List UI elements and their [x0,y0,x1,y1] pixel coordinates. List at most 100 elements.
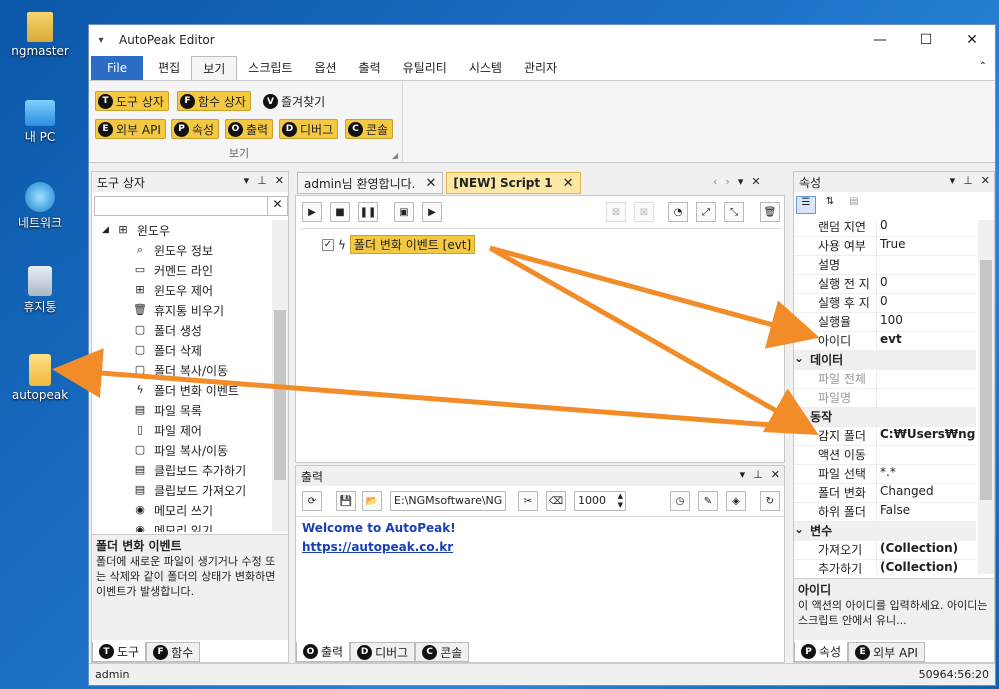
properties-scrollbar[interactable] [978,220,994,574]
tab-properties[interactable]: P 속성 [794,642,849,662]
tab-view[interactable]: 보기 [191,56,238,80]
tab-script-1[interactable]: [NEW] Script 1 ✕ [446,172,581,194]
property-value[interactable] [876,370,976,388]
script-canvas[interactable]: ✓ ϟ 폴더 변화 이벤트 [evt] [300,228,782,460]
save-button[interactable]: 💾 [336,491,356,511]
property-value[interactable]: (Collection) [876,560,976,574]
property-row[interactable]: 랜덤 지연 0 [794,220,976,237]
collapse-icon[interactable]: ⌄ [794,351,804,369]
property-row[interactable]: 실행 전 지 0 [794,275,976,294]
close-tab-icon[interactable]: ✕ [425,176,436,191]
property-value[interactable]: True [876,237,976,255]
pin-icon[interactable]: ⊥ [257,174,267,187]
toolbox-button[interactable]: T 도구 상자 [95,91,169,111]
tree-item[interactable]: ϟ 폴더 변화 이벤트 [92,380,270,400]
output-button[interactable]: O 출력 [225,119,274,139]
pin-icon[interactable]: ⊥ [963,174,973,187]
console-button[interactable]: C 콘솔 [345,119,394,139]
property-value[interactable]: *.* [876,465,976,483]
collapse-icon[interactable]: ⌄ [794,522,804,540]
property-row[interactable]: 추가하기 (Collection) [794,560,976,574]
tab-utility[interactable]: 유틸리티 [392,56,458,80]
system-menu-icon[interactable]: ▾ [89,35,113,46]
close-icon[interactable]: ✕ [771,468,780,481]
property-row[interactable]: 파일 선택 *.* [794,465,976,484]
tree-item[interactable]: 🗑 휴지통 비우기 [92,300,270,320]
tab-output[interactable]: O 출력 [296,642,351,662]
tab-admin[interactable]: 관리자 [513,56,568,80]
tab-debug[interactable]: D 디버그 [350,642,416,662]
tree-item[interactable]: ▢ 폴더 복사/이동 [92,360,270,380]
minimize-button[interactable]: — [857,25,903,55]
stepper-arrows-icon[interactable]: ▲ ▼ [618,492,623,510]
property-value[interactable]: C:₩Users₩ngma [876,427,976,445]
property-row[interactable]: 폴더 변화 Changed [794,484,976,503]
tree-item[interactable]: ◉ 메모리 읽기 [92,520,270,532]
tree-item[interactable]: ▯ 파일 제어 [92,420,270,440]
tree-item[interactable]: ◉ 메모리 쓰기 [92,500,270,520]
property-row[interactable]: 파일 전체 [794,370,976,389]
property-row[interactable]: 설명 [794,256,976,275]
tab-console[interactable]: C 콘솔 [415,642,470,662]
tab-welcome[interactable]: admin님 환영합니다. ✕ [297,172,444,194]
desktop-icon-autopeak[interactable]: autopeak [0,354,80,402]
dropdown-icon[interactable]: ▾ [950,174,956,187]
toolbox-search[interactable]: ✕ [94,196,288,216]
node-checkbox[interactable]: ✓ [322,238,334,251]
tree-item[interactable]: ▢ 폴더 삭제 [92,340,270,360]
categorized-icon[interactable]: ☰ [796,196,816,214]
eraser-button[interactable]: ⌫ [546,491,566,511]
run-from-button[interactable]: ▶ [422,202,442,222]
tree-item[interactable]: ▤ 클립보드 가져오기 [92,480,270,500]
property-value[interactable] [876,389,976,407]
external-api-button[interactable]: E 외부 API [95,119,166,139]
property-value[interactable]: False [876,503,976,521]
property-row[interactable]: 하위 폴더 False [794,503,976,522]
tree-root-window[interactable]: ◢ ⊞ 윈도우 [92,220,270,240]
output-path-input[interactable]: E:\NGMsoftware\NG [390,491,506,511]
property-row[interactable]: 아이디 evt [794,332,976,351]
node-label[interactable]: 폴더 변화 이벤트 [evt] [349,235,476,254]
tab-tools[interactable]: T 도구 [92,642,147,662]
dropdown-icon[interactable]: ▾ [740,468,746,481]
delete-button[interactable]: 🗑 [760,202,780,222]
desktop-icon-pc[interactable]: 내 PC [0,96,80,145]
close-tab-icon[interactable]: ✕ [563,176,574,191]
log-link[interactable]: https://autopeak.co.kr [302,538,778,557]
property-value[interactable]: (Collection) [876,541,976,559]
property-row[interactable]: 파일명 [794,389,976,408]
tree-item[interactable]: ▢ 파일 복사/이동 [92,440,270,460]
property-row[interactable]: 실행 후 지 0 [794,294,976,313]
property-row[interactable]: 감지 폴더 C:₩Users₩ngma [794,427,976,446]
property-row[interactable]: 실행율 100 [794,313,976,332]
property-value[interactable]: Changed [876,484,976,502]
desktop-icon-network[interactable]: 네트워크 [0,182,80,231]
tree-item[interactable]: ▭ 커멘드 라인 [92,260,270,280]
property-value[interactable] [876,256,976,274]
run-button[interactable]: ▶ [302,202,322,222]
property-value[interactable]: 0 [876,220,976,236]
property-value[interactable]: 0 [876,275,976,293]
tab-list-icon[interactable]: ▾ [738,175,744,188]
properties-button[interactable]: P 속성 [171,119,220,139]
tree-item[interactable]: ▤ 클립보드 추가하기 [92,460,270,480]
expand-icon[interactable]: ◢ [102,225,109,235]
property-value[interactable]: 0 [876,294,976,312]
clock-button[interactable]: ◷ [670,491,690,511]
property-category[interactable]: ⌄ 동작 [794,408,976,427]
tab-script[interactable]: 스크립트 [237,56,303,80]
desktop-icon-recycle[interactable]: 휴지통 [0,266,80,315]
fill-button[interactable]: ◈ [726,491,746,511]
script-node[interactable]: ✓ ϟ 폴더 변화 이벤트 [evt] [322,235,476,254]
property-pages-icon[interactable]: ▤ [844,196,864,214]
disable-all-button[interactable]: ⊠ [634,202,654,222]
tab-options[interactable]: 옵션 [303,56,347,80]
brush-button[interactable]: ✎ [698,491,718,511]
maximize-button[interactable]: ☐ [903,25,949,55]
scroll-thumb[interactable] [274,310,286,480]
tree-item[interactable]: ⌕ 윈도우 정보 [92,240,270,260]
property-row[interactable]: 사용 여부 True [794,237,976,256]
toolbox-scrollbar[interactable] [272,220,288,532]
tree-item[interactable]: ▤ 파일 목록 [92,400,270,420]
property-row[interactable]: 액션 이동 [794,446,976,465]
